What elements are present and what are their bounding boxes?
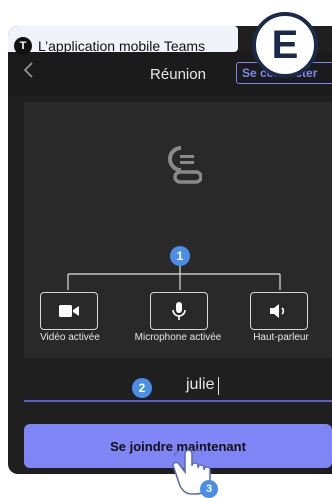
name-input[interactable]: julie [24,374,332,402]
speaker-toggle-button[interactable] [250,292,308,330]
video-camera-icon [59,305,79,317]
teams-badge: T [14,37,32,55]
step-3-badge: 3 [200,480,218,498]
section-badge: E [252,12,318,78]
speaker-icon [270,304,285,318]
microphone-icon [172,302,186,320]
video-toggle-button[interactable] [40,292,98,330]
step-2-badge: 2 [132,378,152,398]
step-1-badge: 1 [170,246,190,266]
video-label: Vidéo activée [40,332,100,343]
caption-text: L’application mobile Teams [38,38,206,54]
microphone-label: Microphone activée [134,332,222,343]
text-caret [218,377,219,395]
caption: T L’application mobile Teams [14,34,205,58]
microphone-toggle-button[interactable] [150,292,208,330]
speaker-label: Haut-parleur [253,332,309,343]
name-input-value: julie [186,376,215,393]
